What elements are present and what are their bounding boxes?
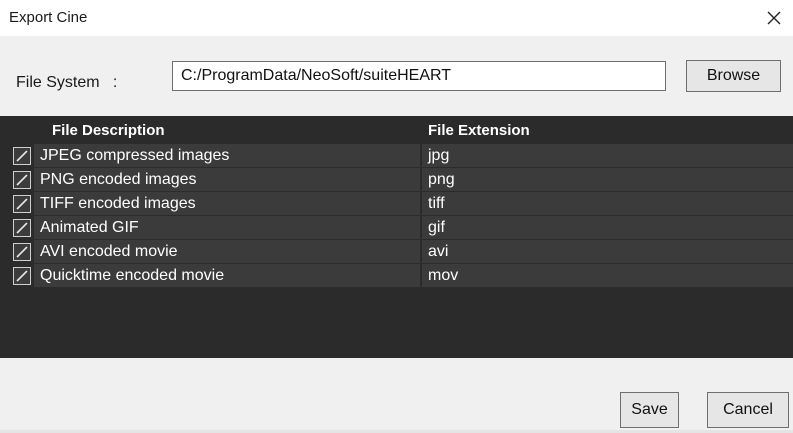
save-button[interactable]: Save <box>620 392 679 428</box>
column-header-description: File Description <box>52 122 165 139</box>
table-row: AVI encoded movie avi <box>0 240 793 263</box>
check-icon <box>16 174 28 186</box>
close-icon <box>767 11 781 25</box>
dialog-title: Export Cine <box>9 9 88 26</box>
column-header-extension: File Extension <box>428 122 530 139</box>
row-extension: mov <box>422 264 793 287</box>
row-checkbox[interactable] <box>13 195 31 213</box>
table-row: Quicktime encoded movie mov <box>0 264 793 287</box>
check-icon <box>16 198 28 210</box>
table-row: JPEG compressed images jpg <box>0 144 793 167</box>
row-checkbox[interactable] <box>13 219 31 237</box>
check-icon <box>16 246 28 258</box>
check-icon <box>16 222 28 234</box>
row-description: PNG encoded images <box>34 168 420 191</box>
close-button[interactable] <box>762 6 786 30</box>
row-checkbox[interactable] <box>13 171 31 189</box>
row-extension: jpg <box>422 144 793 167</box>
row-description: AVI encoded movie <box>34 240 420 263</box>
title-bar: Export Cine <box>0 0 793 36</box>
check-icon <box>16 270 28 282</box>
dialog-footer: Save Cancel <box>0 358 793 433</box>
table-row: TIFF encoded images tiff <box>0 192 793 215</box>
row-description: Animated GIF <box>34 216 420 239</box>
row-extension: avi <box>422 240 793 263</box>
table-header: File Description File Extension <box>0 116 793 142</box>
browse-button[interactable]: Browse <box>686 60 781 92</box>
file-system-path-input[interactable] <box>172 61 666 91</box>
file-system-label: File System : <box>16 74 118 91</box>
check-icon <box>16 150 28 162</box>
row-extension: png <box>422 168 793 191</box>
row-description: TIFF encoded images <box>34 192 420 215</box>
row-checkbox[interactable] <box>13 147 31 165</box>
row-checkbox[interactable] <box>13 243 31 261</box>
table-row: PNG encoded images png <box>0 168 793 191</box>
cancel-button[interactable]: Cancel <box>707 392 789 428</box>
file-system-row: File System : Browse <box>0 36 793 116</box>
row-description: JPEG compressed images <box>34 144 420 167</box>
row-extension: tiff <box>422 192 793 215</box>
table-row: Animated GIF gif <box>0 216 793 239</box>
row-checkbox[interactable] <box>13 267 31 285</box>
file-type-table: File Description File Extension JPEG com… <box>0 116 793 358</box>
row-extension: gif <box>422 216 793 239</box>
row-description: Quicktime encoded movie <box>34 264 420 287</box>
